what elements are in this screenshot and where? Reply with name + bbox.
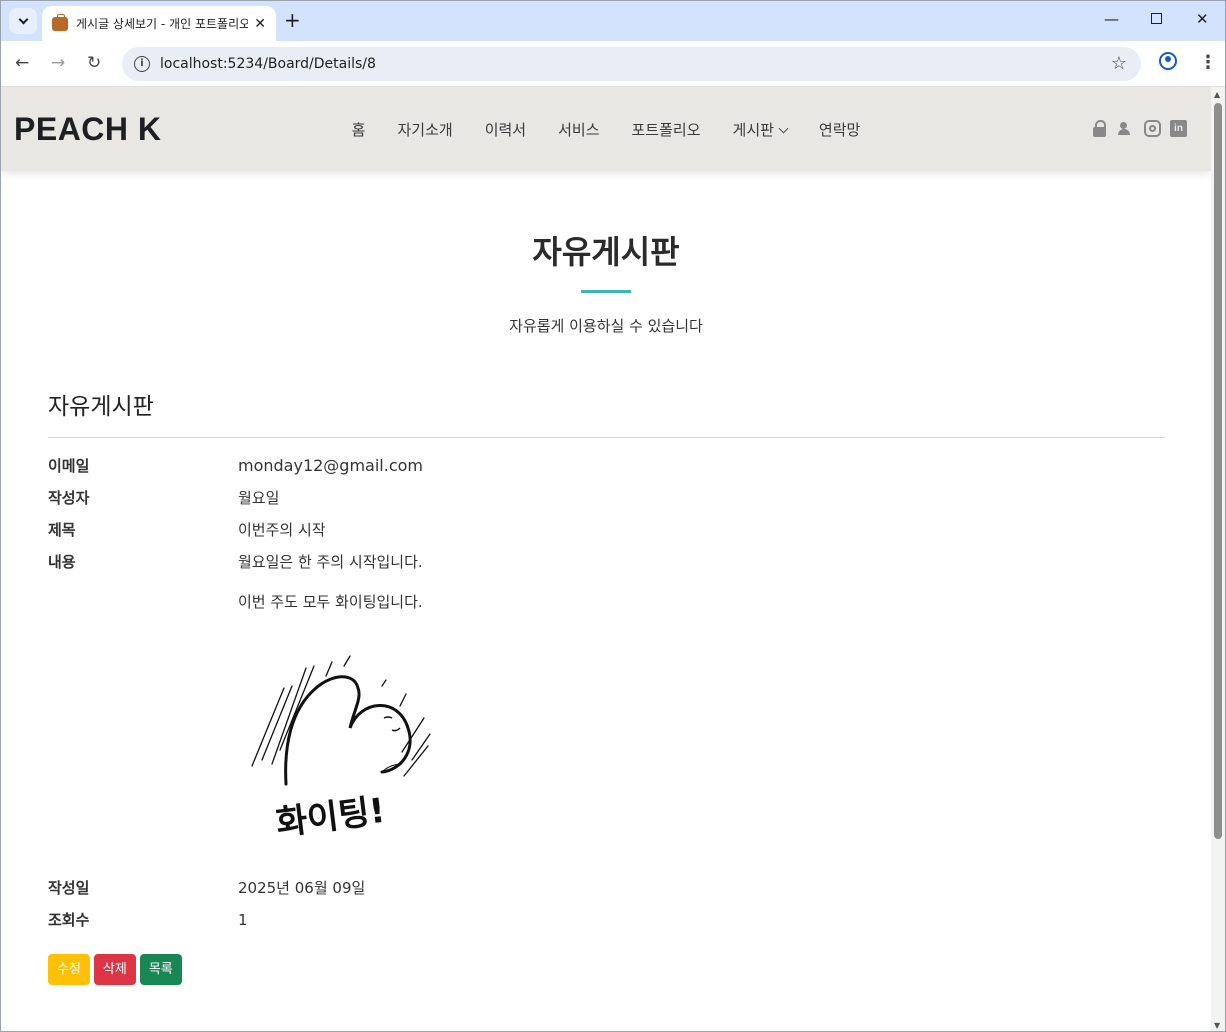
new-tab-button[interactable]: +	[284, 9, 301, 31]
linkedin-icon[interactable]: in	[1170, 120, 1187, 137]
site-header: PEACH K 홈 자기소개 이력서 서비스 포트폴리오 게시판 연락망 in	[1, 87, 1211, 171]
views-row: 조회수 1	[48, 910, 1165, 930]
users-icon[interactable]	[1118, 120, 1135, 137]
subject-row: 제목 이번주의 시작	[48, 520, 1165, 540]
browser-toolbar: ← → ↻ i localhost:5234/Board/Details/8 ☆…	[1, 41, 1225, 87]
chevron-down-icon	[18, 14, 28, 24]
author-label: 작성자	[48, 489, 90, 507]
nav-board-dropdown[interactable]: 게시판	[717, 119, 803, 140]
nav-contact[interactable]: 연락망	[803, 119, 876, 140]
edit-button[interactable]: 수정	[48, 954, 90, 985]
forward-icon[interactable]: →	[51, 53, 65, 73]
nav-services[interactable]: 서비스	[542, 119, 615, 140]
page-title: 자유게시판	[532, 233, 680, 271]
title-underline	[581, 290, 631, 293]
social-links: in	[1092, 120, 1187, 138]
browser-window: 게시글 상세보기 - 개인 포트폴리오 ✕ + — ✕ ← → ↻ i loca…	[0, 0, 1226, 1032]
subject-label: 제목	[48, 521, 76, 539]
nav-home[interactable]: 홈	[336, 119, 382, 140]
email-row: 이메일 monday12@gmail.com	[48, 456, 1165, 476]
chevron-down-icon	[778, 123, 789, 133]
content-label: 내용	[48, 553, 76, 571]
date-value: 2025년 06월 09일	[238, 879, 366, 897]
content-paragraph: 이번 주도 모두 화이팅입니다.	[238, 593, 423, 611]
content-row: 내용 월요일은 한 주의 시작입니다. 이번 주도 모두 화이팅입니다. 화이팅…	[48, 552, 1165, 844]
page-scrollbar[interactable]: ▲ ▼	[1211, 87, 1225, 1031]
reload-icon[interactable]: ↻	[87, 53, 101, 73]
profile-icon[interactable]	[1159, 52, 1177, 70]
nav-board-label: 게시판	[732, 120, 774, 139]
date-row: 작성일 2025년 06월 09일	[48, 878, 1165, 898]
address-bar[interactable]: i localhost:5234/Board/Details/8 ☆	[122, 47, 1141, 81]
action-buttons: 수정 삭제 목록	[48, 954, 1165, 985]
post-details: 자유게시판 이메일 monday12@gmail.com 작성자 월요일 제목 …	[48, 387, 1165, 985]
tab-title: 게시글 상세보기 - 개인 포트폴리오	[76, 17, 249, 31]
date-label: 작성일	[48, 879, 90, 897]
scroll-thumb[interactable]	[1214, 103, 1222, 839]
tab-search-button[interactable]	[9, 8, 37, 34]
content-value: 월요일은 한 주의 시작입니다. 이번 주도 모두 화이팅입니다. 화이팅!	[238, 552, 1165, 844]
maximize-icon[interactable]	[1151, 10, 1162, 28]
window-close-icon[interactable]: ✕	[1196, 10, 1209, 28]
tab-strip: 게시글 상세보기 - 개인 포트폴리오 ✕ + — ✕	[1, 1, 1225, 41]
author-row: 작성자 월요일	[48, 488, 1165, 508]
star-icon[interactable]: ☆	[1111, 53, 1127, 74]
views-label: 조회수	[48, 911, 90, 929]
nav-resume[interactable]: 이력서	[469, 119, 542, 140]
content-paragraph: 월요일은 한 주의 시작입니다.	[238, 553, 423, 571]
active-tab[interactable]: 게시글 상세보기 - 개인 포트폴리오 ✕	[42, 6, 276, 41]
scroll-down-icon[interactable]: ▼	[1214, 1021, 1220, 1030]
scroll-up-icon[interactable]: ▲	[1214, 90, 1220, 99]
fighting-sticker-image: 화이팅!	[232, 648, 432, 844]
url-text[interactable]: localhost:5234/Board/Details/8	[160, 56, 376, 72]
subject-value: 이번주의 시작	[238, 521, 326, 539]
details-list: 이메일 monday12@gmail.com 작성자 월요일 제목 이번주의 시…	[48, 438, 1165, 930]
back-icon[interactable]: ←	[15, 53, 29, 73]
more-menu-icon[interactable]: ⋮	[1199, 52, 1217, 73]
views-value: 1	[238, 911, 248, 929]
instagram-icon[interactable]	[1144, 120, 1161, 137]
nav-portfolio[interactable]: 포트폴리오	[616, 119, 717, 140]
email-value: monday12@gmail.com	[238, 456, 423, 475]
section-title: 자유게시판	[48, 387, 1165, 438]
lock-icon[interactable]	[1092, 120, 1109, 137]
sticker-illustration: 화이팅!	[251, 655, 431, 844]
info-icon[interactable]: i	[134, 56, 150, 72]
main-nav: 홈 자기소개 이력서 서비스 포트폴리오 게시판 연락망	[1, 87, 1211, 171]
author-value: 월요일	[238, 489, 280, 507]
page-viewport: PEACH K 홈 자기소개 이력서 서비스 포트폴리오 게시판 연락망 in …	[1, 87, 1211, 1031]
close-icon[interactable]: ✕	[254, 16, 266, 32]
email-label: 이메일	[48, 457, 90, 475]
list-button[interactable]: 목록	[139, 954, 182, 985]
minimize-icon[interactable]: —	[1104, 10, 1119, 28]
sticker-caption: 화이팅!	[274, 791, 387, 838]
briefcase-icon	[52, 13, 68, 31]
nav-about[interactable]: 자기소개	[381, 119, 468, 140]
page-subtitle: 자유롭게 이용하실 수 있습니다	[509, 317, 703, 335]
page-hero: 자유게시판 자유롭게 이용하실 수 있습니다	[1, 171, 1211, 336]
delete-button[interactable]: 삭제	[93, 954, 136, 985]
